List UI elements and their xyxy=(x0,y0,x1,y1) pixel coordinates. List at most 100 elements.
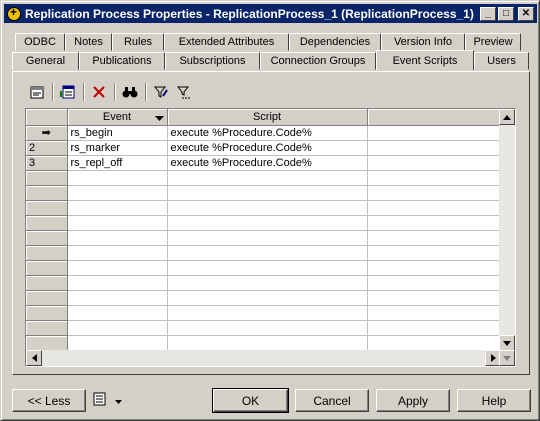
empty-cell[interactable] xyxy=(167,260,368,276)
minimize-button[interactable]: _ xyxy=(480,6,496,21)
empty-cell[interactable] xyxy=(367,230,502,246)
empty-cell[interactable] xyxy=(167,200,368,216)
empty-row[interactable] xyxy=(26,335,502,351)
tab-extended-attributes[interactable]: Extended Attributes xyxy=(164,33,289,51)
empty-cell[interactable] xyxy=(367,200,502,216)
column-header-script[interactable]: Script xyxy=(167,109,368,126)
empty-row[interactable] xyxy=(26,170,502,186)
tab-odbc[interactable]: ODBC xyxy=(15,33,65,51)
tab-rules[interactable]: Rules xyxy=(112,33,164,51)
empty-cell[interactable] xyxy=(167,290,368,306)
empty-cell[interactable] xyxy=(67,335,168,351)
empty-row[interactable] xyxy=(26,245,502,261)
column-header-empty[interactable] xyxy=(367,109,502,126)
empty-cell[interactable] xyxy=(167,320,368,336)
tab-preview[interactable]: Preview xyxy=(465,33,521,51)
empty-cell[interactable] xyxy=(367,215,502,231)
empty-cell[interactable] xyxy=(167,215,368,231)
tab-general[interactable]: General xyxy=(12,52,79,70)
help-button[interactable]: Help xyxy=(457,389,531,412)
empty-cell[interactable] xyxy=(367,275,502,291)
row-header[interactable] xyxy=(26,215,68,231)
event-scripts-grid[interactable]: Event Script ➡ rs_begin execute %Procedu… xyxy=(25,108,516,367)
empty-cell[interactable] xyxy=(67,290,168,306)
delete-icon[interactable] xyxy=(88,81,110,103)
tab-notes[interactable]: Notes xyxy=(65,33,112,51)
less-button[interactable]: << Less xyxy=(12,389,86,412)
cell-script[interactable]: execute %Procedure.Code% xyxy=(167,125,368,141)
empty-cell[interactable] xyxy=(367,245,502,261)
tab-publications[interactable]: Publications xyxy=(79,52,165,70)
empty-cell[interactable] xyxy=(67,260,168,276)
scroll-down-button[interactable] xyxy=(499,335,515,351)
empty-cell[interactable] xyxy=(67,200,168,216)
row-header[interactable]: 3 xyxy=(26,155,68,171)
cell-event[interactable]: rs_marker xyxy=(67,140,168,156)
empty-cell[interactable] xyxy=(67,215,168,231)
empty-cell[interactable] xyxy=(167,185,368,201)
row-header-corner[interactable] xyxy=(26,109,68,126)
empty-cell[interactable] xyxy=(67,230,168,246)
tab-subscriptions[interactable]: Subscriptions xyxy=(165,52,260,70)
empty-cell[interactable] xyxy=(67,185,168,201)
scroll-up-button[interactable] xyxy=(499,109,515,125)
tab-event-scripts[interactable]: Event Scripts xyxy=(376,50,474,70)
empty-cell[interactable] xyxy=(67,275,168,291)
maximize-button[interactable]: □ xyxy=(498,6,514,21)
table-row[interactable]: 3 rs_repl_off execute %Procedure.Code% xyxy=(26,155,502,171)
filter-clear-icon[interactable] xyxy=(173,81,195,103)
empty-cell[interactable] xyxy=(367,260,502,276)
empty-cell[interactable] xyxy=(367,335,502,351)
empty-row[interactable] xyxy=(26,260,502,276)
row-header[interactable] xyxy=(26,230,68,246)
empty-cell[interactable] xyxy=(367,185,502,201)
empty-row[interactable] xyxy=(26,230,502,246)
filter-icon[interactable] xyxy=(150,81,172,103)
cell-empty[interactable] xyxy=(367,155,502,171)
empty-row[interactable] xyxy=(26,305,502,321)
tab-users[interactable]: Users xyxy=(474,52,529,70)
row-header[interactable] xyxy=(26,170,68,186)
table-row[interactable]: ➡ rs_begin execute %Procedure.Code% xyxy=(26,125,502,141)
add-rows-icon[interactable] xyxy=(57,81,79,103)
cell-empty[interactable] xyxy=(367,125,502,141)
empty-cell[interactable] xyxy=(367,305,502,321)
title-bar[interactable]: Replication Process Properties - Replica… xyxy=(4,4,537,23)
row-header[interactable] xyxy=(26,260,68,276)
empty-cell[interactable] xyxy=(367,290,502,306)
empty-row[interactable] xyxy=(26,275,502,291)
properties-icon[interactable] xyxy=(26,81,48,103)
empty-cell[interactable] xyxy=(167,170,368,186)
row-header[interactable] xyxy=(26,335,68,351)
empty-row[interactable] xyxy=(26,290,502,306)
horizontal-scrollbar[interactable] xyxy=(26,350,501,366)
scroll-left-button[interactable] xyxy=(26,350,42,366)
vertical-scrollbar[interactable] xyxy=(499,109,515,351)
empty-row[interactable] xyxy=(26,215,502,231)
row-header[interactable] xyxy=(26,290,68,306)
cancel-button[interactable]: Cancel xyxy=(295,389,369,412)
row-header[interactable] xyxy=(26,245,68,261)
row-header-current[interactable]: ➡ xyxy=(26,125,68,141)
row-header[interactable] xyxy=(26,185,68,201)
empty-cell[interactable] xyxy=(167,245,368,261)
empty-cell[interactable] xyxy=(167,230,368,246)
cell-script[interactable]: execute %Procedure.Code% xyxy=(167,140,368,156)
empty-cell[interactable] xyxy=(67,305,168,321)
empty-row[interactable] xyxy=(26,200,502,216)
cell-script[interactable]: execute %Procedure.Code% xyxy=(167,155,368,171)
tab-connection-groups[interactable]: Connection Groups xyxy=(260,52,376,70)
row-header[interactable] xyxy=(26,320,68,336)
row-header[interactable] xyxy=(26,200,68,216)
table-row[interactable]: 2 rs_marker execute %Procedure.Code% xyxy=(26,140,502,156)
empty-cell[interactable] xyxy=(167,305,368,321)
chevron-down-icon[interactable] xyxy=(154,113,164,124)
empty-cell[interactable] xyxy=(167,335,368,351)
row-header[interactable] xyxy=(26,305,68,321)
tab-version-info[interactable]: Version Info xyxy=(381,33,465,51)
empty-cell[interactable] xyxy=(67,170,168,186)
close-button[interactable]: ✕ xyxy=(518,6,534,21)
empty-cell[interactable] xyxy=(367,320,502,336)
ok-button[interactable]: OK xyxy=(212,388,289,413)
row-header[interactable] xyxy=(26,275,68,291)
